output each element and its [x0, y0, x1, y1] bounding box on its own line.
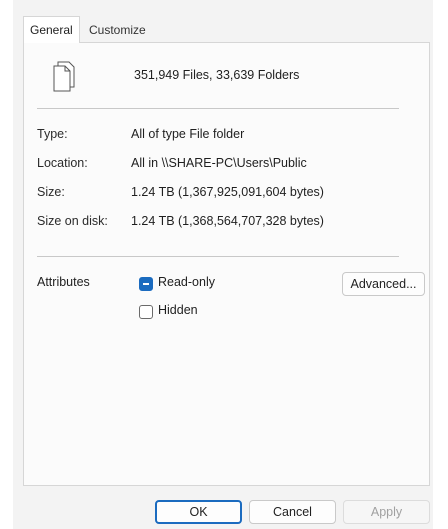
separator	[37, 108, 399, 109]
size-label: Size:	[37, 185, 65, 199]
apply-button[interactable]: Apply	[343, 500, 430, 524]
location-label: Location:	[37, 156, 88, 170]
cancel-button[interactable]: Cancel	[249, 500, 336, 524]
ok-button[interactable]: OK	[155, 500, 242, 524]
file-folder-count: 351,949 Files, 33,639 Folders	[134, 68, 300, 82]
size-on-disk-label: Size on disk:	[37, 214, 108, 228]
size-value: 1.24 TB (1,367,925,091,604 bytes)	[131, 185, 324, 199]
tab-general[interactable]: General	[23, 16, 80, 43]
attributes-label: Attributes	[37, 275, 90, 289]
read-only-checkbox[interactable]	[139, 277, 153, 291]
hidden-label: Hidden	[158, 303, 198, 317]
properties-dialog: General Customize 351,949 Files, 33,639 …	[13, 0, 433, 529]
location-value: All in \\SHARE-PC\Users\Public	[131, 156, 307, 170]
size-on-disk-value: 1.24 TB (1,368,564,707,328 bytes)	[131, 214, 324, 228]
tab-customize[interactable]: Customize	[85, 18, 150, 42]
advanced-button[interactable]: Advanced...	[342, 272, 425, 296]
type-label: Type:	[37, 127, 68, 141]
read-only-label: Read-only	[158, 275, 215, 289]
separator	[37, 256, 399, 257]
type-value: All of type File folder	[131, 127, 245, 141]
hidden-checkbox[interactable]	[139, 305, 153, 319]
general-panel: 351,949 Files, 33,639 Folders Type: All …	[23, 42, 430, 486]
multiple-files-icon	[53, 61, 75, 92]
